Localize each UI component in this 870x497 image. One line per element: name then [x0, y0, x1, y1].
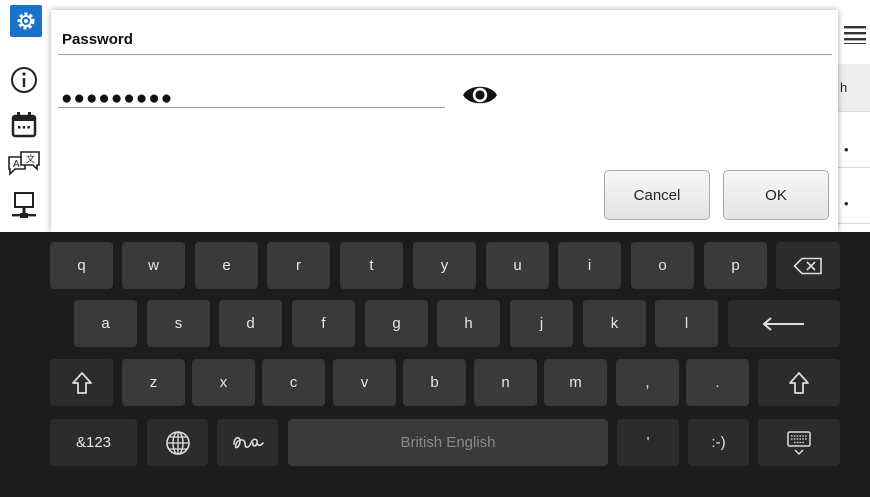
- keyboard-hide-icon: [787, 430, 811, 455]
- key-d[interactable]: d: [219, 300, 282, 347]
- list-item[interactable]: •: [836, 112, 870, 168]
- cancel-button[interactable]: Cancel: [604, 170, 710, 220]
- key-m[interactable]: m: [544, 359, 607, 406]
- key-s[interactable]: s: [147, 300, 210, 347]
- svg-text:A: A: [13, 159, 20, 170]
- globe-icon: [165, 430, 190, 455]
- key-f[interactable]: f: [292, 300, 355, 347]
- key-b[interactable]: b: [403, 359, 466, 406]
- background-list: h • •: [836, 0, 870, 232]
- ok-button[interactable]: OK: [723, 170, 829, 220]
- key-apostrophe[interactable]: ': [617, 419, 679, 466]
- key-j[interactable]: j: [510, 300, 573, 347]
- sidebar: A 文: [0, 0, 55, 232]
- password-underline: [58, 107, 445, 108]
- enter-key[interactable]: [728, 300, 840, 347]
- list-header-cell: h: [836, 64, 870, 112]
- backspace-icon: [793, 257, 822, 274]
- hamburger-menu-icon[interactable]: [844, 24, 866, 49]
- key-e[interactable]: e: [195, 242, 258, 289]
- handwriting-icon: [232, 436, 264, 448]
- key-o[interactable]: o: [631, 242, 694, 289]
- key-period[interactable]: .: [686, 359, 749, 406]
- backspace-key[interactable]: [776, 242, 840, 289]
- password-dialog: Password ●●●●●●●●● Cancel OK: [51, 10, 838, 232]
- gear-icon[interactable]: [10, 5, 42, 37]
- shift-left-key[interactable]: [50, 359, 113, 406]
- key-t[interactable]: t: [340, 242, 403, 289]
- handwriting-key[interactable]: [217, 419, 278, 466]
- key-z[interactable]: z: [122, 359, 185, 406]
- dialog-title: Password: [62, 31, 133, 48]
- key-g[interactable]: g: [365, 300, 428, 347]
- emoticon-key[interactable]: :-): [688, 419, 749, 466]
- shift-right-key[interactable]: [758, 359, 840, 406]
- network-icon[interactable]: [6, 188, 42, 224]
- key-u[interactable]: u: [486, 242, 549, 289]
- key-k[interactable]: k: [583, 300, 646, 347]
- key-q[interactable]: q: [50, 242, 113, 289]
- language-icon[interactable]: A 文: [6, 147, 42, 183]
- key-a[interactable]: a: [74, 300, 137, 347]
- list-item[interactable]: •: [836, 168, 870, 224]
- key-y[interactable]: y: [413, 242, 476, 289]
- enter-icon: [763, 316, 804, 331]
- key-h[interactable]: h: [437, 300, 500, 347]
- key-c[interactable]: c: [262, 359, 325, 406]
- calendar-icon[interactable]: [6, 107, 42, 143]
- info-icon[interactable]: [6, 62, 42, 98]
- key-v[interactable]: v: [333, 359, 396, 406]
- key-i[interactable]: i: [558, 242, 621, 289]
- key-w[interactable]: w: [122, 242, 185, 289]
- key-p[interactable]: p: [704, 242, 767, 289]
- hide-keyboard-key[interactable]: [758, 419, 840, 466]
- key-x[interactable]: x: [192, 359, 255, 406]
- shift-icon: [71, 371, 92, 394]
- space-key[interactable]: British English: [288, 419, 608, 466]
- symbols-key[interactable]: &123: [50, 419, 137, 466]
- title-divider: [58, 54, 832, 55]
- shift-icon: [789, 371, 809, 394]
- key-comma[interactable]: ,: [616, 359, 679, 406]
- svg-text:文: 文: [26, 153, 35, 164]
- eye-icon[interactable]: [461, 82, 499, 108]
- key-n[interactable]: n: [474, 359, 537, 406]
- on-screen-keyboard: q w e r t y u i o p a s d f g h j k l z …: [0, 232, 870, 497]
- key-r[interactable]: r: [267, 242, 330, 289]
- language-switch-key[interactable]: [147, 419, 208, 466]
- key-l[interactable]: l: [655, 300, 718, 347]
